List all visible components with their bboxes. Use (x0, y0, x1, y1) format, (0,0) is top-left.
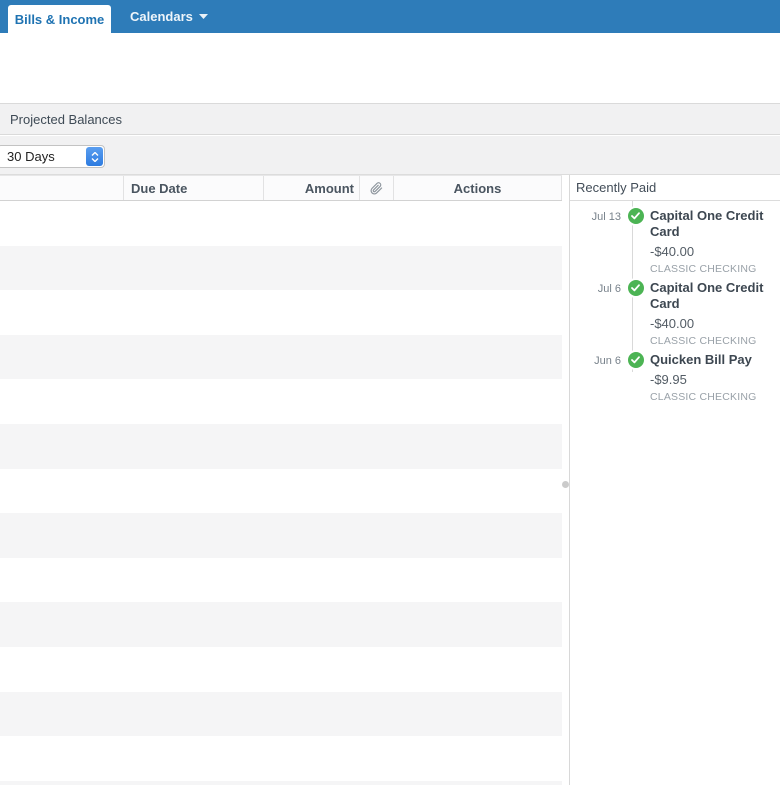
payee-name: Capital One Credit Card (650, 280, 764, 311)
panel-splitter[interactable] (562, 175, 570, 785)
actions-label: Actions (453, 180, 502, 196)
paid-amount: -$9.95 (650, 372, 687, 387)
paid-amount: -$40.00 (650, 316, 695, 331)
recently-paid-panel: Recently Paid Jul 13 Capital One Credit … (570, 175, 780, 785)
payee-name: Capital One Credit Card (650, 208, 764, 239)
main-area: Due Date Amount Actions Recently Paid Ju… (0, 175, 780, 785)
projected-balances-title: Projected Balances (10, 111, 123, 127)
column-header-actions[interactable]: Actions (394, 176, 562, 200)
table-row (0, 646, 562, 692)
table-row (0, 736, 562, 781)
toolbar: 30 Days (0, 136, 780, 175)
paperclip-icon (370, 181, 383, 194)
table-row (0, 423, 562, 469)
account-name: CLASSIC CHECKING (650, 263, 757, 275)
check-circle-icon (627, 280, 644, 296)
tab-calendars-label: Calendars (130, 9, 193, 24)
recently-paid-list: Jul 13 Capital One Credit Card -$40.00 C… (570, 201, 780, 785)
column-header-blank (0, 176, 124, 200)
table-row (0, 513, 562, 558)
amount-label: Amount (304, 180, 354, 196)
payee-name: Quicken Bill Pay (650, 352, 752, 367)
tab-bills-income[interactable]: Bills & Income (8, 5, 111, 34)
list-item[interactable]: Jul 13 Capital One Credit Card -$40.00 C… (570, 204, 780, 276)
paid-amount: -$40.00 (650, 244, 695, 259)
table-row (0, 290, 562, 335)
drag-handle-icon[interactable] (562, 481, 569, 488)
table-row (0, 557, 562, 603)
tab-calendars[interactable]: Calendars (130, 0, 208, 33)
paid-date: Jun 6 (594, 355, 621, 367)
recently-paid-title: Recently Paid (576, 180, 657, 195)
list-item[interactable]: Jul 6 Capital One Credit Card -$40.00 CL… (570, 276, 780, 348)
chevron-up-icon (91, 151, 98, 156)
table-row (0, 691, 562, 737)
table-row (0, 201, 562, 246)
column-header-due-date[interactable]: Due Date (124, 176, 264, 200)
top-tab-bar: Bills & Income Calendars (0, 0, 780, 34)
recently-paid-header: Recently Paid (570, 175, 780, 201)
select-stepper-icon (86, 147, 103, 166)
table-row (0, 379, 562, 424)
table-row (0, 334, 562, 380)
table-row (0, 468, 562, 514)
column-header-attachment[interactable] (360, 176, 394, 200)
column-header-amount[interactable]: Amount (264, 176, 360, 200)
paid-date: Jul 13 (591, 211, 621, 223)
table-row (0, 602, 562, 647)
check-circle-icon (627, 352, 644, 368)
account-name: CLASSIC CHECKING (650, 335, 757, 347)
chevron-down-icon (91, 157, 98, 162)
check-circle-icon (627, 208, 644, 224)
projected-balances-header: Projected Balances (0, 103, 780, 135)
paid-date: Jul 6 (597, 283, 621, 295)
table-row (0, 780, 562, 785)
table-body (0, 201, 562, 785)
account-name: CLASSIC CHECKING (650, 391, 757, 403)
bills-table: Due Date Amount Actions (0, 175, 562, 785)
period-select[interactable]: 30 Days (0, 145, 105, 168)
due-date-label: Due Date (131, 180, 188, 196)
list-item[interactable]: Jun 6 Quicken Bill Pay -$9.95 CLASSIC CH… (570, 348, 780, 406)
bills-table-header: Due Date Amount Actions (0, 175, 562, 201)
table-row (0, 245, 562, 291)
chevron-down-icon (198, 14, 208, 19)
tab-bills-income-label: Bills & Income (14, 12, 105, 27)
